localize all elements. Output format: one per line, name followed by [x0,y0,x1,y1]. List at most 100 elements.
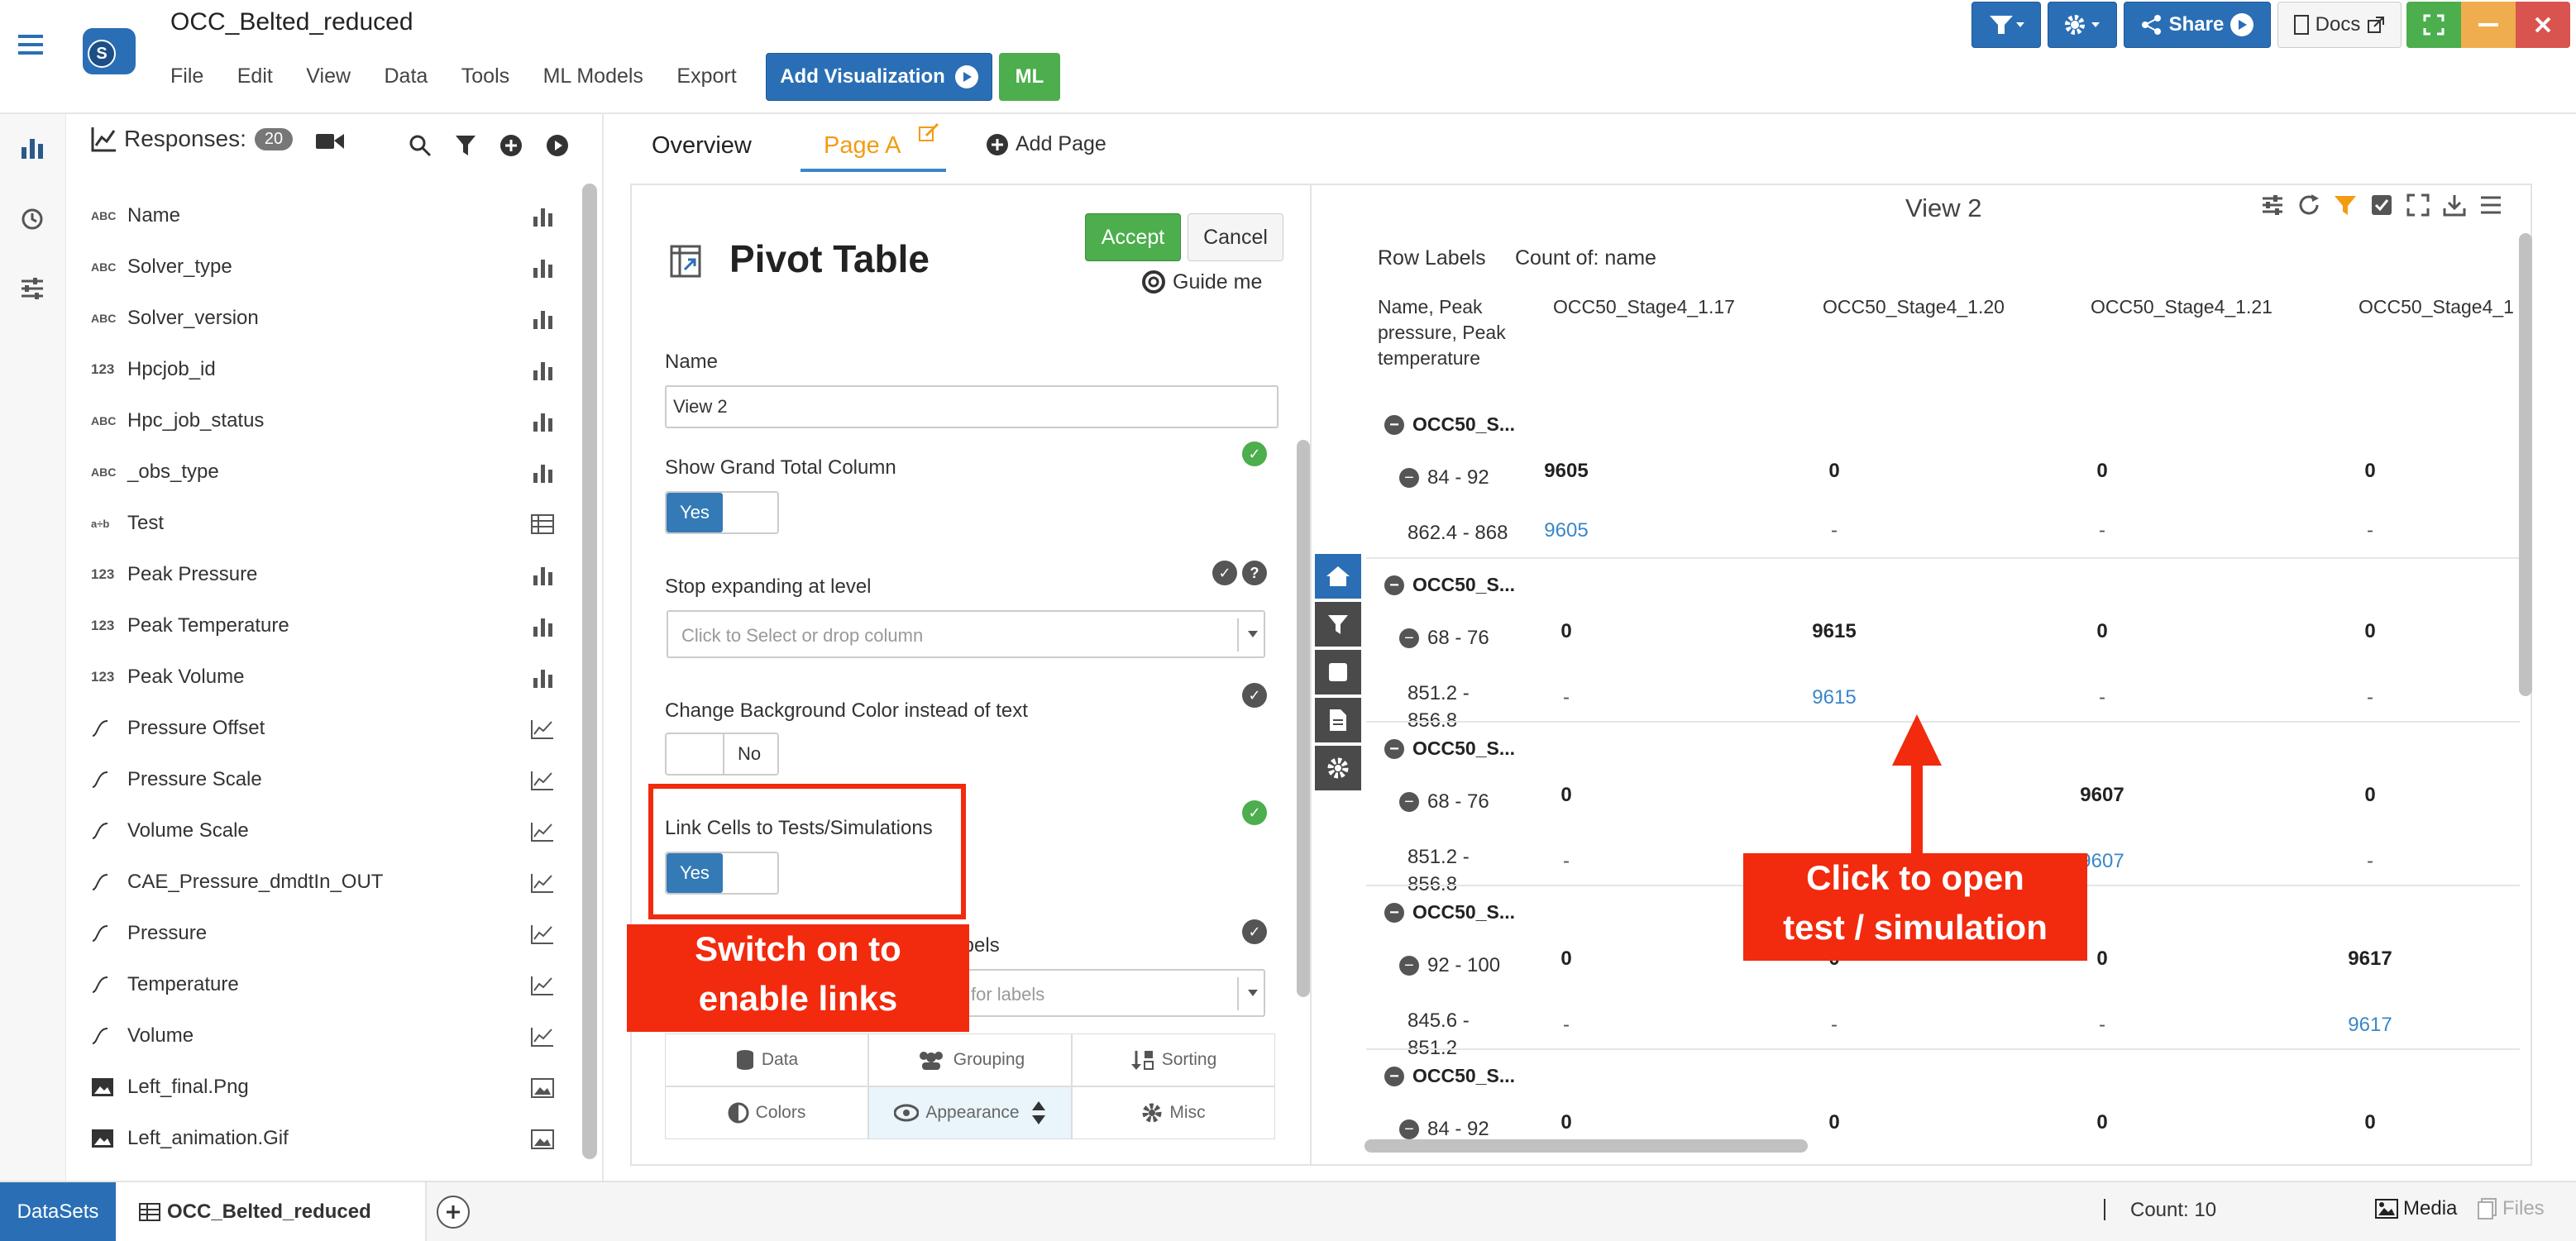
refresh-icon[interactable] [2297,193,2320,217]
settings-button[interactable] [1315,746,1361,790]
line-chart-icon[interactable] [531,719,554,739]
add-page-button[interactable]: Add Page [986,132,1106,156]
response-item[interactable]: 123 Peak Pressure [91,549,554,600]
tab-data[interactable]: Data [665,1033,868,1086]
line-chart-icon[interactable] [531,822,554,842]
play-circle-icon[interactable] [546,134,569,157]
tab-sorting[interactable]: Sorting [1072,1033,1275,1086]
group-row-label[interactable]: − OCC50_S... [1384,413,1515,436]
fullscreen-button[interactable] [2406,2,2461,48]
view-horizontal-scrollbar[interactable] [1364,1139,1808,1153]
test-link-cell[interactable]: 9617 [2287,1014,2453,1037]
collapse-icon[interactable]: − [1384,414,1404,435]
share-button[interactable]: Share [2124,2,2271,48]
bar-chart-icon[interactable] [533,207,554,227]
response-item[interactable]: Left_animation.Gif [91,1113,554,1164]
response-item[interactable]: Pressure Scale [91,754,554,805]
bg-color-toggle[interactable]: No [665,733,779,776]
test-link-cell[interactable]: 9615 [1752,686,1917,709]
media-tab[interactable]: Media [2375,1197,2457,1220]
history-icon[interactable] [20,207,45,231]
response-item[interactable]: ABC Solver_version [91,293,554,344]
document-button[interactable] [1315,698,1361,742]
collapse-icon[interactable]: − [1384,1066,1404,1086]
hamburger-menu-icon[interactable] [18,35,43,55]
menu-icon[interactable] [2479,193,2502,217]
close-button[interactable] [2516,2,2570,48]
bar-chart-icon[interactable] [533,617,554,637]
line-chart-icon[interactable] [531,924,554,944]
filter-button[interactable] [1315,602,1361,647]
view-vertical-scrollbar[interactable] [2519,233,2532,696]
stop-button[interactable] [1315,650,1361,694]
menu-file[interactable]: File [170,64,203,88]
sliders-icon[interactable] [2261,193,2284,217]
response-item[interactable]: ABC Name [91,190,554,241]
subgroup-row-label[interactable]: −84 - 92 [1399,1118,1489,1141]
link-cells-toggle[interactable]: Yes [665,852,779,895]
bar-chart-icon[interactable] [533,360,554,380]
menu-data[interactable]: Data [385,64,428,88]
files-tab[interactable]: Files [2478,1197,2545,1220]
collapse-icon[interactable]: − [1399,792,1419,812]
menu-tools[interactable]: Tools [461,64,509,88]
menu-view[interactable]: View [306,64,351,88]
response-item[interactable]: Temperature [91,959,554,1010]
response-item[interactable]: 123 Hpcjob_id [91,344,554,395]
subgroup-row-label[interactable]: −68 - 76 [1399,627,1489,650]
table-icon[interactable] [531,514,554,534]
subgroup-row-label[interactable]: −84 - 92 [1399,466,1489,489]
dataset-tab[interactable]: OCC_Belted_reduced [117,1182,427,1241]
bar-chart-icon[interactable] [533,309,554,329]
menu-export[interactable]: Export [676,64,736,88]
stop-expanding-select[interactable]: Click to Select or drop column [667,610,1265,658]
filter-dropdown-button[interactable] [1971,2,2041,48]
bar-chart-icon[interactable] [533,463,554,483]
download-icon[interactable] [2443,193,2466,217]
home-button[interactable] [1315,554,1361,599]
tab-misc[interactable]: Misc [1072,1086,1275,1139]
tab-overview[interactable]: Overview [652,132,752,160]
bar-chart-icon[interactable] [533,566,554,585]
bar-chart-icon[interactable] [533,412,554,432]
response-item[interactable]: CAE_Pressure_dmdtIn_OUT [91,857,554,908]
collapse-icon[interactable]: − [1399,1119,1419,1139]
video-icon[interactable] [316,132,344,150]
response-item[interactable]: 123 Peak Temperature [91,600,554,652]
add-dataset-button[interactable] [437,1196,470,1229]
image-icon[interactable] [531,1129,554,1149]
menu-ml-models[interactable]: ML Models [543,64,643,88]
response-item[interactable]: ABC _obs_type [91,446,554,498]
line-chart-icon[interactable] [531,976,554,995]
name-input[interactable] [665,385,1278,428]
collapse-icon[interactable]: − [1384,902,1404,923]
docs-button[interactable]: Docs [2277,2,2402,48]
response-item[interactable]: a÷b Test [91,498,554,549]
checkbox-icon[interactable] [2370,193,2393,217]
edit-icon[interactable] [918,122,939,144]
filter-icon[interactable] [2334,193,2357,217]
bar-chart-icon[interactable] [20,136,45,160]
tab-colors[interactable]: Colors [665,1086,868,1139]
collapse-icon[interactable]: − [1384,738,1404,759]
bar-chart-icon[interactable] [533,668,554,688]
collapse-icon[interactable]: − [1399,628,1419,648]
response-item[interactable]: Pressure Offset [91,703,554,754]
collapse-icon[interactable]: − [1384,575,1404,595]
add-circle-icon[interactable] [499,134,523,157]
response-item[interactable]: Pressure [91,908,554,959]
expand-icon[interactable] [2406,193,2430,217]
sliders-icon[interactable] [20,276,45,301]
response-item[interactable]: Volume Scale [91,805,554,857]
subgroup-row-label[interactable]: −68 - 76 [1399,790,1489,814]
search-icon[interactable] [409,134,432,157]
config-scrollbar[interactable] [1297,440,1310,997]
accept-button[interactable]: Accept [1085,213,1181,261]
settings-dropdown-button[interactable] [2048,2,2117,48]
minimize-button[interactable] [2461,2,2516,48]
grand-total-toggle[interactable]: Yes [665,491,779,534]
tab-grouping[interactable]: Grouping [868,1033,1072,1086]
response-item[interactable]: Left_final.Png [91,1062,554,1113]
ml-button[interactable]: ML [999,53,1060,101]
collapse-icon[interactable]: − [1399,468,1419,488]
